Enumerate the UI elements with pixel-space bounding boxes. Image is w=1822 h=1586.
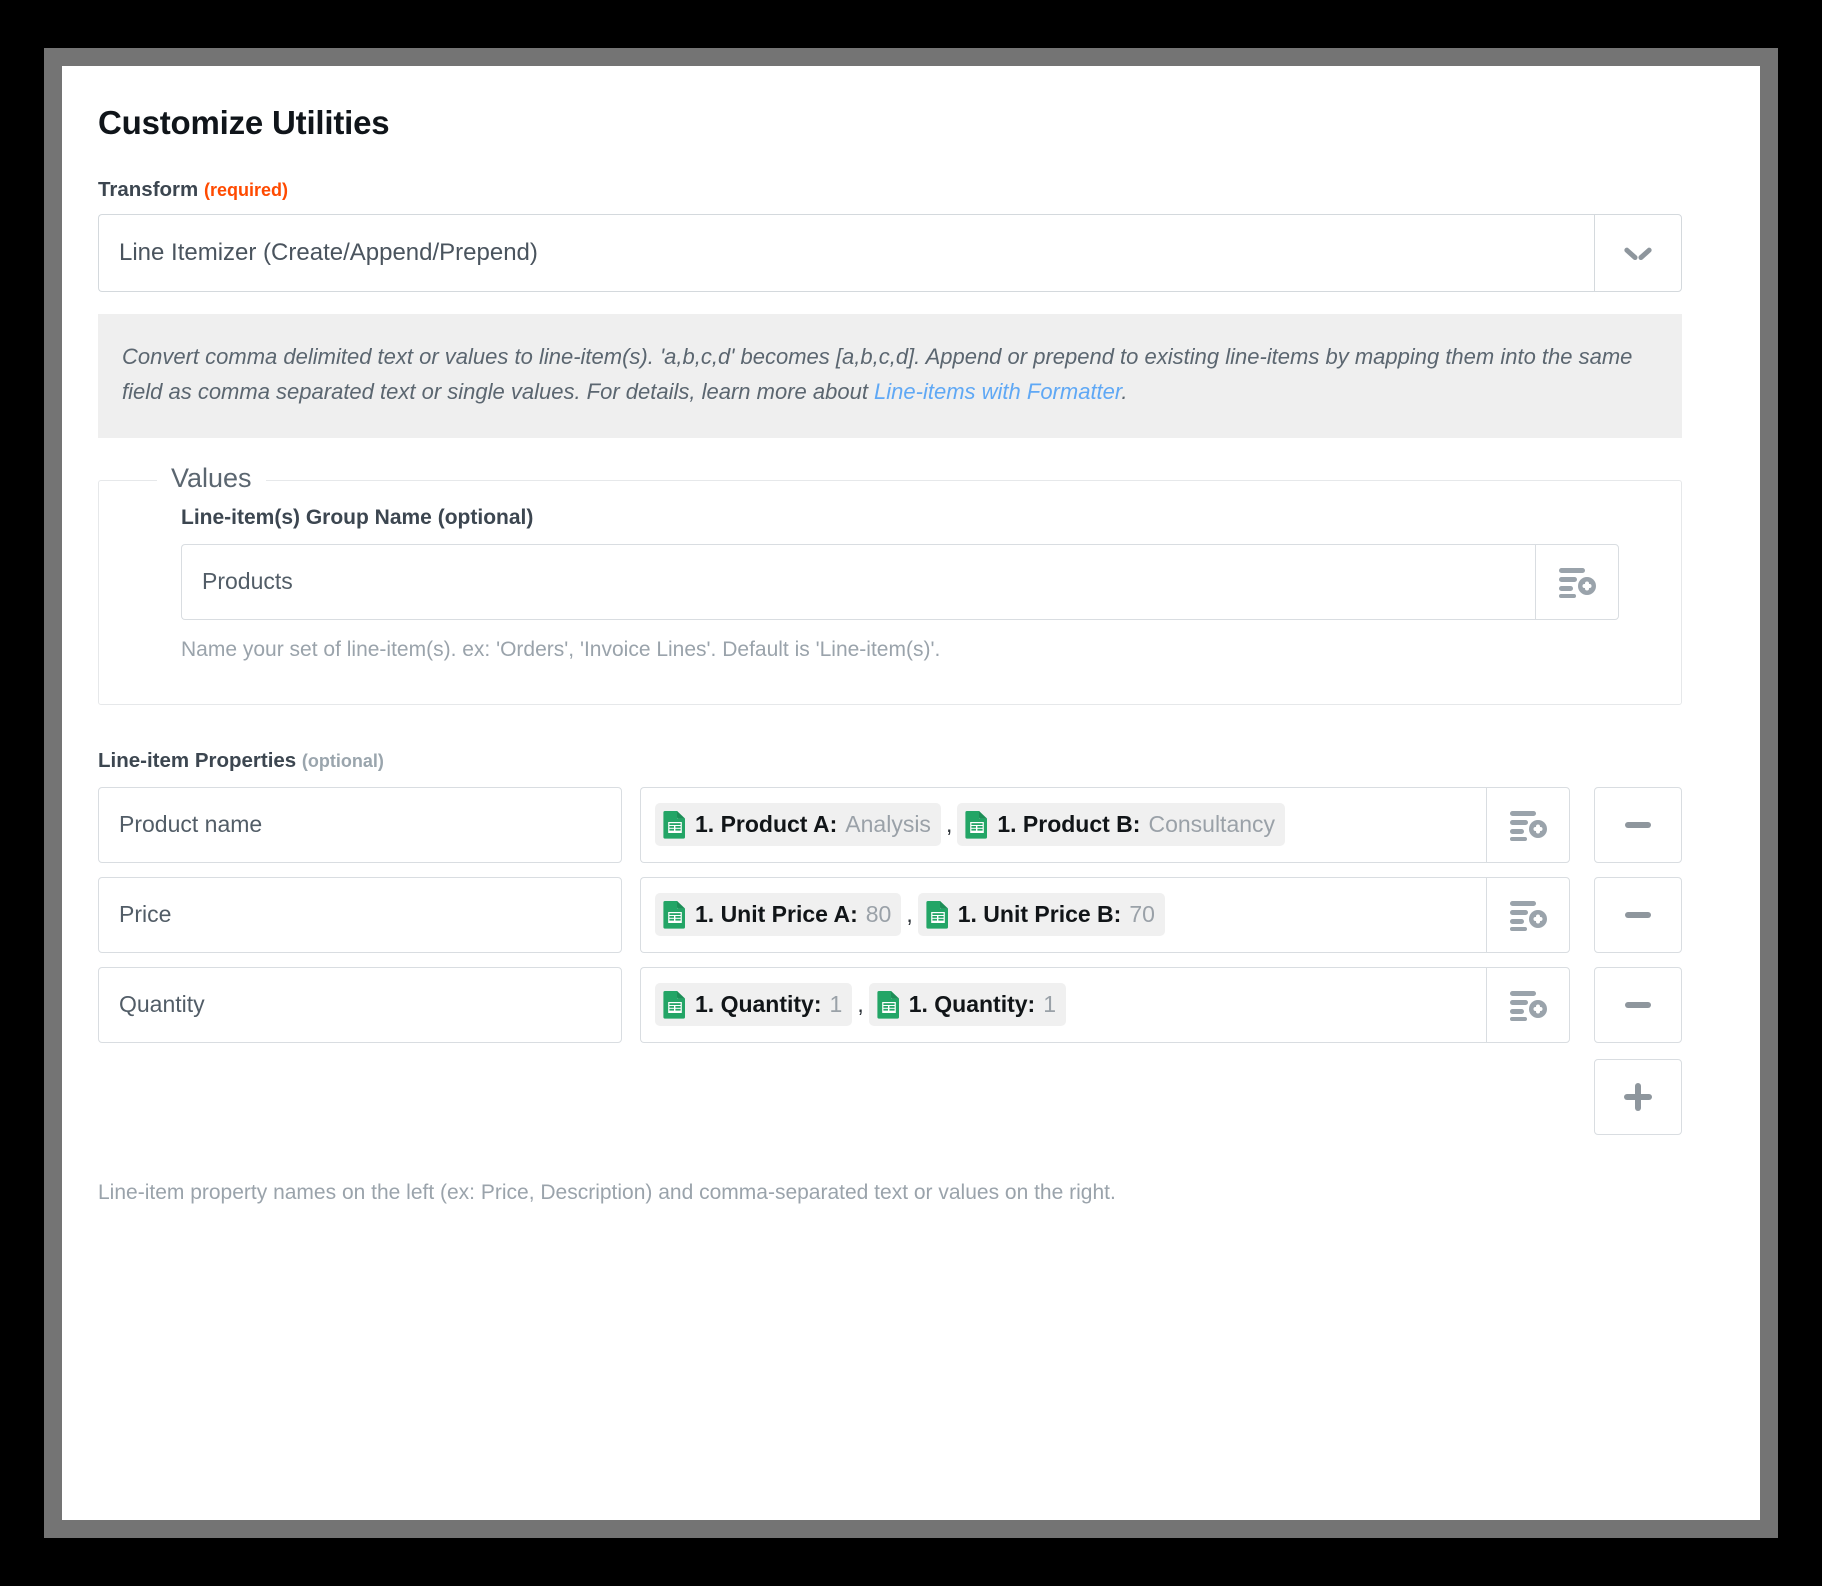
property-value-group: 1. Quantity: 1, 1. Quantity: 1	[640, 966, 1570, 1043]
field-token-key: 1. Unit Price B:	[957, 901, 1122, 927]
google-sheets-icon	[926, 901, 948, 929]
line-items-with-formatter-link[interactable]: Line-items with Formatter	[874, 379, 1121, 404]
group-name-label: Line-item(s) Group Name (optional)	[181, 506, 1619, 530]
transform-description: Convert comma delimited text or values t…	[98, 314, 1682, 438]
remove-property-button[interactable]	[1594, 786, 1682, 863]
line-item-property-rows: Product name 1. Product A: Analysis, 1. Pro…	[98, 786, 1682, 1043]
property-value-input[interactable]: 1. Product A: Analysis, 1. Product B: Consu…	[640, 786, 1486, 863]
transform-description-tail: .	[1121, 378, 1128, 404]
transform-select-toggle[interactable]	[1594, 214, 1682, 292]
property-value-group: 1. Unit Price A: 80, 1. Unit Price B: 70	[640, 876, 1570, 953]
values-legend: Values	[157, 462, 266, 494]
minus-icon	[1625, 821, 1651, 828]
google-sheets-icon	[663, 901, 685, 929]
screenshot-root: Customize Utilities Transform (required)…	[0, 0, 1822, 1586]
field-token-value: Analysis	[845, 811, 931, 837]
field-token-key: 1. Product A:	[695, 811, 838, 837]
insert-field-icon	[1510, 900, 1547, 931]
google-sheets-icon	[965, 811, 988, 839]
line-item-properties-footer-note: Line-item property names on the left (ex…	[98, 1180, 1116, 1204]
property-insert-field-button[interactable]	[1486, 876, 1570, 953]
plus-icon	[1624, 1082, 1652, 1111]
group-name-input-row: Products	[181, 543, 1619, 620]
transform-select-value[interactable]: Line Itemizer (Create/Append/Prepend)	[98, 214, 1594, 292]
group-name-optional-tag: (optional)	[437, 505, 534, 529]
customize-utilities-panel: Customize Utilities Transform (required)…	[62, 66, 1760, 1520]
token-separator: ,	[945, 811, 953, 837]
transform-label: Transform (required)	[98, 178, 1724, 202]
google-sheets-icon	[663, 811, 685, 839]
google-sheets-icon	[877, 991, 899, 1019]
property-name-input[interactable]: Price	[98, 876, 622, 953]
minus-icon	[1625, 1001, 1651, 1008]
remove-property-button[interactable]	[1594, 876, 1682, 953]
field-token-value: 1	[829, 991, 843, 1017]
field-token[interactable]: 1. Unit Price B: 70	[917, 893, 1165, 936]
insert-field-icon	[1559, 567, 1596, 598]
field-token[interactable]: 1. Product B: Consultancy	[957, 803, 1286, 846]
property-insert-field-button[interactable]	[1486, 786, 1570, 863]
window-frame: Customize Utilities Transform (required)…	[44, 48, 1778, 1538]
chevron-down-icon	[1625, 246, 1651, 260]
table-row: Product name 1. Product A: Analysis, 1. Pro…	[98, 786, 1682, 863]
line-item-properties-optional-tag: (optional)	[301, 750, 384, 771]
field-token-key: 1. Quantity:	[908, 991, 1036, 1017]
table-row: Price 1. Unit Price A: 80, 1. Unit Price B:…	[98, 876, 1682, 953]
field-token-value: 80	[865, 901, 892, 927]
field-token-key: 1. Quantity:	[695, 991, 822, 1017]
property-insert-field-button[interactable]	[1486, 966, 1570, 1043]
google-sheets-icon	[663, 991, 685, 1019]
property-value-group: 1. Product A: Analysis, 1. Product B: Consu…	[640, 786, 1570, 863]
insert-field-icon	[1510, 810, 1547, 841]
page-title: Customize Utilities	[98, 104, 390, 141]
table-row: Quantity 1. Quantity: 1, 1. Quantity: 1	[98, 966, 1682, 1043]
group-name-insert-field-button[interactable]	[1535, 543, 1619, 620]
field-token-value: 70	[1129, 901, 1155, 927]
token-separator: ,	[906, 901, 913, 927]
property-name-input[interactable]: Quantity	[98, 966, 622, 1043]
group-name-help-text: Name your set of line-item(s). ex: 'Orde…	[181, 637, 941, 661]
transform-label-text: Transform	[98, 178, 199, 201]
field-token[interactable]: 1. Quantity: 1	[655, 983, 853, 1026]
field-token[interactable]: 1. Unit Price A: 80	[655, 893, 902, 936]
field-token-value: Consultancy	[1148, 811, 1276, 837]
property-value-input[interactable]: 1. Unit Price A: 80, 1. Unit Price B: 70	[640, 876, 1486, 953]
field-token[interactable]: 1. Product A: Analysis	[655, 803, 941, 846]
values-fieldset: Values Line-item(s) Group Name (optional…	[98, 462, 1682, 705]
remove-property-button[interactable]	[1594, 966, 1682, 1043]
transform-select[interactable]: Line Itemizer (Create/Append/Prepend)	[98, 214, 1682, 292]
line-item-properties-label-text: Line-item Properties	[98, 748, 297, 772]
property-name-input[interactable]: Product name	[98, 786, 622, 863]
field-token[interactable]: 1. Quantity: 1	[868, 983, 1067, 1026]
field-token-value: 1	[1043, 991, 1057, 1017]
minus-icon	[1625, 911, 1651, 918]
group-name-label-text: Line-item(s) Group Name	[181, 505, 432, 529]
token-separator: ,	[857, 991, 864, 1017]
group-name-input[interactable]: Products	[181, 543, 1535, 620]
property-value-input[interactable]: 1. Quantity: 1, 1. Quantity: 1	[640, 966, 1486, 1043]
line-item-properties-label: Line-item Properties (optional)	[98, 749, 1724, 773]
add-property-button[interactable]	[1594, 1058, 1682, 1135]
field-token-key: 1. Unit Price A:	[695, 901, 858, 927]
insert-field-icon	[1510, 990, 1547, 1021]
transform-required-tag: (required)	[203, 180, 288, 200]
add-property-row	[98, 1058, 1682, 1135]
field-token-key: 1. Product B:	[997, 811, 1141, 837]
